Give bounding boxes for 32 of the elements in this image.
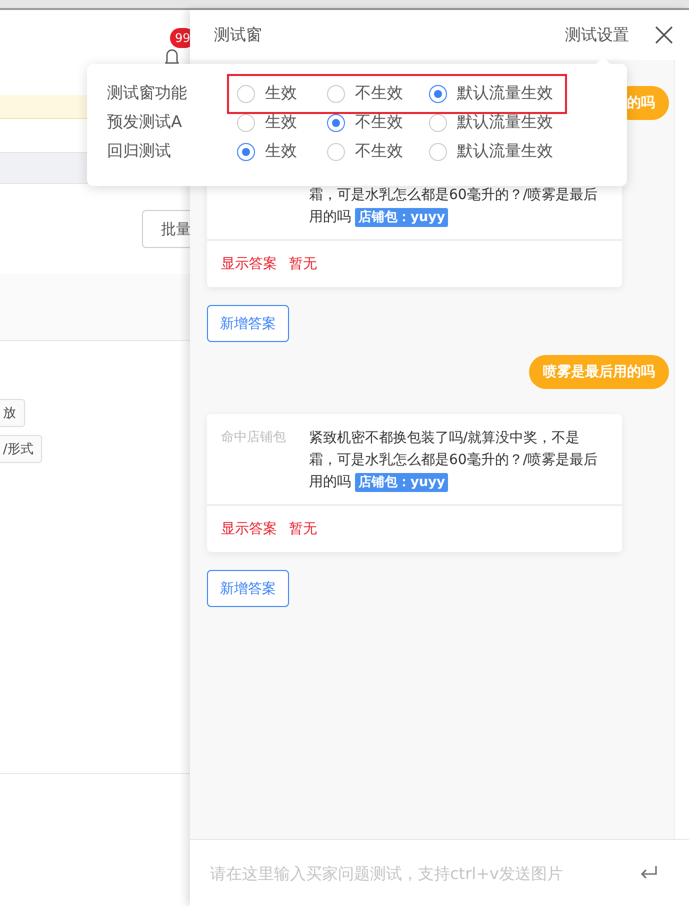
tag: /形式 [0,435,42,463]
radio-option[interactable]: 不生效 [327,141,429,162]
batch-button[interactable]: 批量 [142,210,190,248]
add-answer-button[interactable]: 新增答案 [207,570,289,607]
radio-option[interactable]: 不生效 [327,112,429,133]
hit-label: 命中店铺包 [221,430,286,445]
close-icon[interactable] [655,26,673,44]
radio-option[interactable]: 不生效 [327,83,429,104]
question-input[interactable]: 请在这里输入买家问题测试，支持ctrl+v发送图片 [208,862,639,884]
radio-option[interactable]: 默认流量生效 [429,141,565,162]
setting-label: 测试窗功能 [106,83,188,104]
bell-icon[interactable] [164,48,180,66]
add-answer-button[interactable]: 新增答案 [207,305,289,342]
setting-label: 回归测试 [106,141,172,162]
answer-text: 紧致机密不都换包装了吗/就算没中奖，不是霜，可是水乳怎么都是60毫升的？/喷雾是最后用的吗 店铺包：yuyy [309,429,599,494]
radio-option[interactable]: 生效 [237,112,327,133]
notification-badge: 99 [170,28,190,48]
none-text: 暂无 [289,520,317,538]
settings-link[interactable]: 测试设置 [565,24,629,46]
show-answer-link[interactable]: 显示答案 [221,255,277,273]
tag: 放 [0,399,25,427]
window-title: 测试窗 [214,24,263,46]
answer-text: 霜，可是水乳怎么都是60毫升的？/喷雾是最后用的吗 店铺包：yuyy [309,186,599,229]
question-bubble: 喷雾是最后用的吗 [529,355,669,389]
setting-label: 预发测试A [106,112,183,133]
show-answer-link[interactable]: 显示答案 [221,520,277,538]
radio-option[interactable]: 默认流量生效 [429,112,565,133]
radio-option[interactable]: 默认流量生效 [429,83,565,104]
enter-icon[interactable] [639,865,659,881]
radio-option[interactable]: 生效 [237,83,327,104]
radio-option[interactable]: 生效 [237,141,327,162]
none-text: 暂无 [289,255,317,273]
